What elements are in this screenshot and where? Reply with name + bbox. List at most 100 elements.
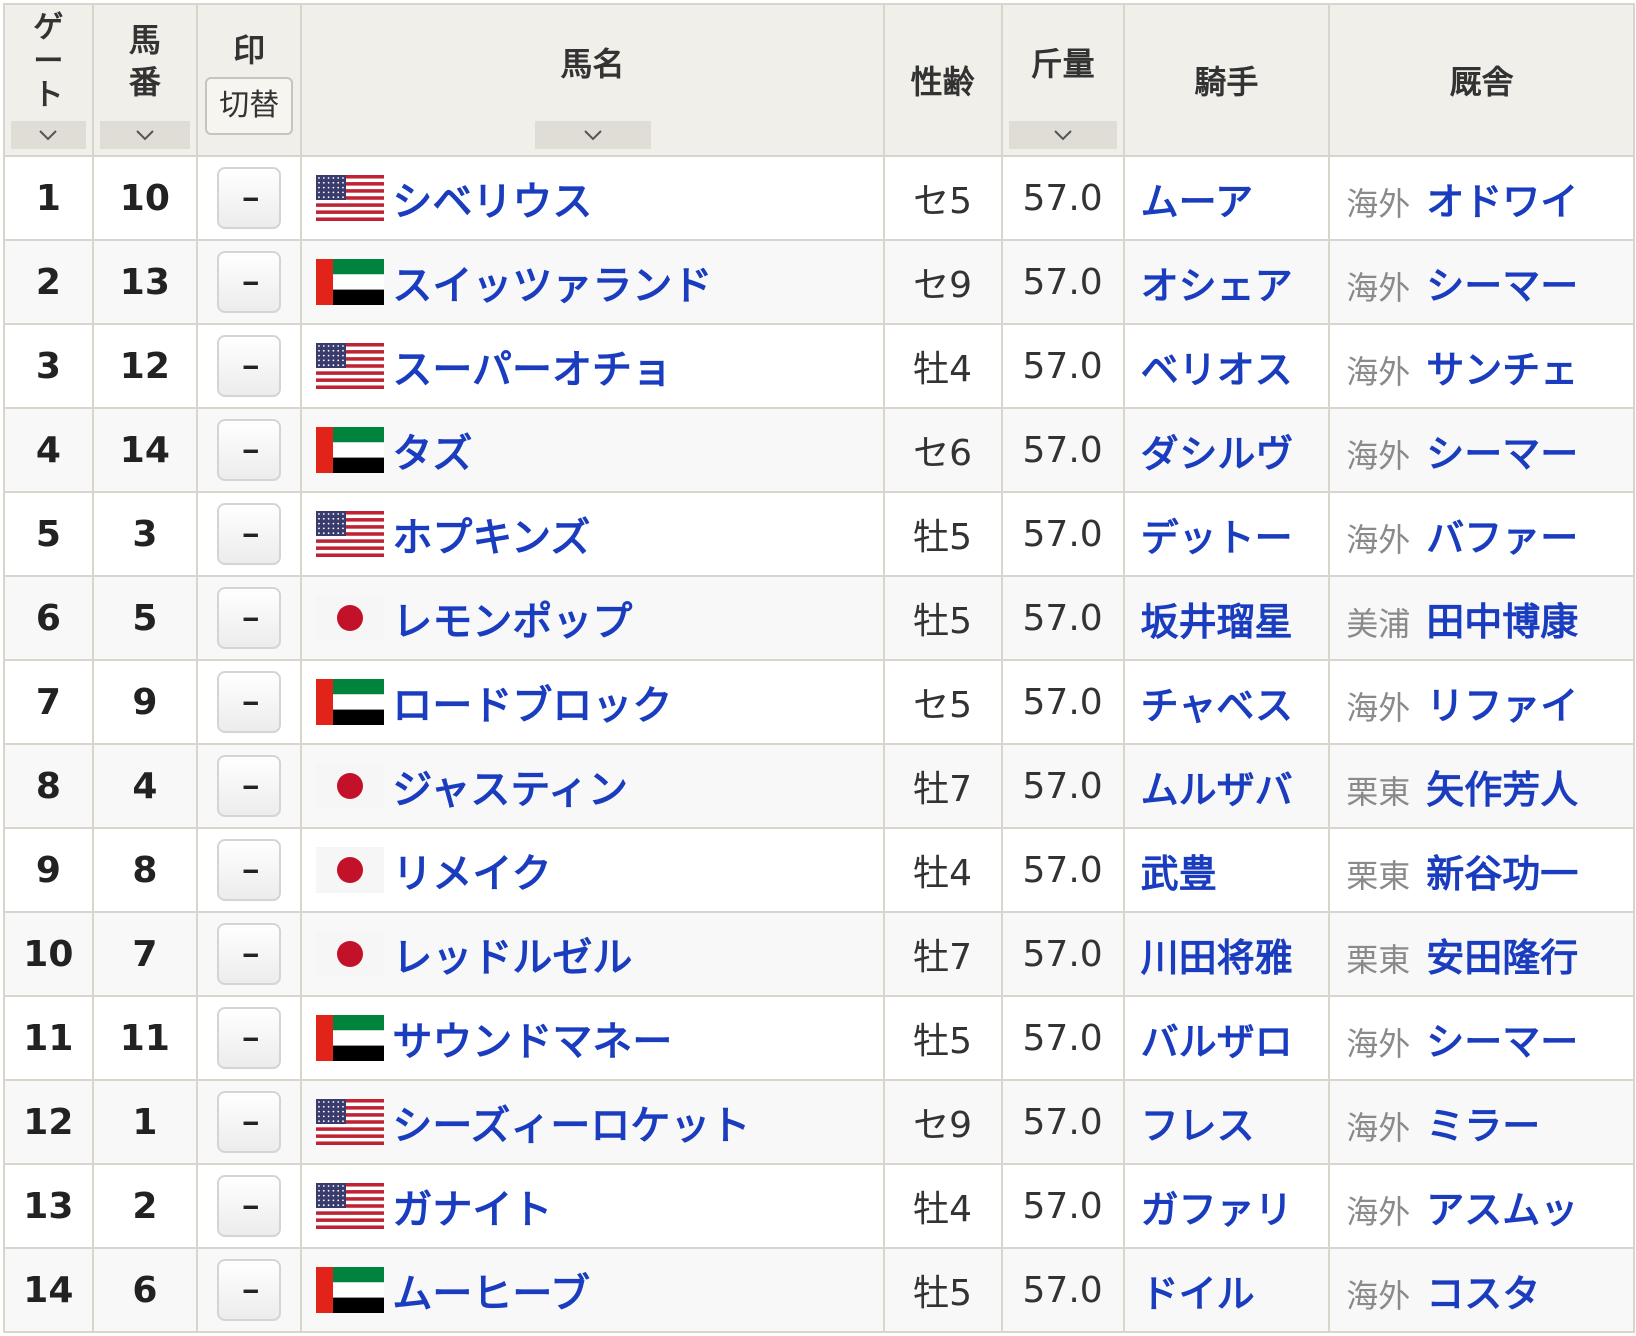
horse-number: 1 — [132, 1101, 158, 1143]
gate-cell: 12 — [3, 1079, 94, 1165]
sex-age: セ5 — [913, 181, 973, 222]
horse-name-link[interactable]: レッドルゼル — [392, 935, 632, 981]
uae-flag-icon — [316, 427, 385, 473]
mark-button[interactable]: -- — [217, 755, 282, 817]
horse-name-link[interactable]: タズ — [392, 431, 472, 477]
horse-name-link[interactable]: ガナイト — [392, 1187, 552, 1233]
jockey-link[interactable]: ガファリ — [1141, 1188, 1293, 1232]
trainer-cell: 美浦 田中博康 — [1328, 575, 1635, 661]
weight-cell: 57.0 — [1000, 827, 1125, 913]
horse-number-cell: 2 — [91, 1163, 199, 1249]
weight-header[interactable]: 斤量 — [1000, 3, 1125, 157]
trainer-link[interactable]: 矢作芳人 — [1426, 768, 1578, 812]
number-sort-button[interactable] — [99, 121, 191, 149]
trainer-link[interactable]: サンチェ — [1426, 348, 1578, 392]
trainer-link[interactable]: コスタ — [1426, 1272, 1540, 1316]
uae-flag-icon — [316, 1015, 385, 1061]
mark-button[interactable]: -- — [217, 923, 282, 985]
horse-name-link[interactable]: ホプキンズ — [392, 515, 590, 561]
trainer-region: 海外 — [1346, 184, 1411, 223]
weight: 57.0 — [1022, 597, 1103, 639]
gate-header[interactable]: ゲ ー ト — [3, 3, 94, 157]
horse-number-header[interactable]: 馬 番 — [91, 3, 199, 157]
horse-name-link[interactable]: シーズィーロケット — [392, 1103, 750, 1149]
mark-button[interactable]: -- — [217, 419, 282, 481]
mark-cell: -- — [196, 491, 303, 577]
mark-button[interactable]: -- — [217, 1091, 282, 1153]
jockey-link[interactable]: ドイル — [1141, 1272, 1255, 1316]
jockey-link[interactable]: ダシルヴ — [1141, 432, 1294, 476]
sex-age: 牡5 — [913, 601, 973, 642]
horse-name-cell: サウンドマネー — [300, 995, 885, 1081]
gate-sort-button[interactable] — [11, 121, 86, 149]
mark-button[interactable]: -- — [217, 671, 282, 733]
mark-toggle-button[interactable]: 切替 — [205, 77, 294, 135]
trainer-link[interactable]: 田中博康 — [1426, 600, 1578, 644]
sex-age: セ9 — [913, 265, 973, 306]
mark-button[interactable]: -- — [217, 335, 282, 397]
jockey-link[interactable]: ムーア — [1141, 180, 1253, 224]
trainer-cell: 海外 シーマー — [1328, 407, 1635, 493]
jockey-link[interactable]: 坂井瑠星 — [1141, 600, 1293, 644]
mark-button[interactable]: -- — [217, 503, 282, 565]
trainer-link[interactable]: 安田隆行 — [1426, 936, 1578, 980]
gate-number: 8 — [35, 765, 61, 807]
jockey-link[interactable]: ムルザバ — [1141, 768, 1293, 812]
jockey-link[interactable]: フレス — [1141, 1104, 1255, 1148]
jockey-link[interactable]: 川田将雅 — [1141, 936, 1293, 980]
horse-name-link[interactable]: ムーヒーブ — [392, 1271, 590, 1317]
sex-age: セ5 — [913, 685, 973, 726]
horse-name-link[interactable]: サウンドマネー — [392, 1019, 672, 1065]
jockey-link[interactable]: バルザロ — [1141, 1020, 1293, 1064]
weight: 57.0 — [1022, 1269, 1103, 1311]
jockey-link[interactable]: ベリオス — [1141, 348, 1293, 392]
trainer-link[interactable]: シーマー — [1426, 264, 1578, 308]
gate-cell: 5 — [3, 491, 94, 577]
trainer-link[interactable]: リファイ — [1426, 684, 1578, 728]
name-sort-button[interactable] — [534, 121, 651, 149]
mark-button[interactable]: -- — [217, 1259, 282, 1321]
trainer-region: 海外 — [1346, 1276, 1411, 1315]
number-header-char: 馬 — [128, 21, 161, 59]
weight-cell: 57.0 — [1000, 323, 1125, 409]
horse-number: 9 — [132, 681, 158, 723]
horse-number-cell: 4 — [91, 743, 199, 829]
gate-number: 12 — [23, 1101, 74, 1143]
jockey-link[interactable]: 武豊 — [1141, 852, 1217, 896]
jockey-link[interactable]: デットー — [1141, 516, 1293, 560]
trainer-link[interactable]: シーマー — [1426, 1020, 1578, 1064]
trainer-link[interactable]: オドワイ — [1426, 180, 1578, 224]
horse-name-link[interactable]: リメイク — [392, 851, 551, 897]
horse-name-link[interactable]: ロードブロック — [392, 683, 672, 729]
trainer-link[interactable]: シーマー — [1426, 432, 1578, 476]
mark-cell: -- — [196, 995, 303, 1081]
horse-name-link[interactable]: ジャスティン — [392, 767, 628, 813]
trainer-link[interactable]: バファー — [1426, 516, 1578, 560]
weight-cell: 57.0 — [1000, 155, 1125, 241]
weight-sort-button[interactable] — [1008, 121, 1117, 149]
weight: 57.0 — [1022, 1185, 1103, 1227]
trainer-link[interactable]: 新谷功一 — [1426, 852, 1578, 896]
horse-name-header[interactable]: 馬名 — [300, 3, 885, 157]
horse-name-cell: タズ — [300, 407, 885, 493]
mark-button[interactable]: -- — [217, 839, 282, 901]
jockey-link[interactable]: オシェア — [1141, 264, 1293, 308]
horse-number: 6 — [132, 1269, 158, 1311]
mark-button[interactable]: -- — [217, 167, 282, 229]
horse-name-link[interactable]: スイッツァランド — [392, 263, 712, 309]
mark-button[interactable]: -- — [217, 1007, 282, 1069]
gate-cell: 6 — [3, 575, 94, 661]
mark-button[interactable]: -- — [217, 587, 282, 649]
gate-cell: 2 — [3, 239, 94, 325]
sex-age: 牡4 — [913, 853, 973, 894]
horse-name-link[interactable]: レモンポップ — [392, 599, 632, 645]
mark-button[interactable]: -- — [217, 251, 282, 313]
gate-cell: 1 — [3, 155, 94, 241]
horse-name-link[interactable]: シベリウス — [392, 179, 592, 225]
horse-name-link[interactable]: スーパーオチョ — [392, 347, 672, 393]
mark-button[interactable]: -- — [217, 1175, 282, 1237]
trainer-link[interactable]: ミラー — [1426, 1104, 1540, 1148]
horse-name-cell: シーズィーロケット — [300, 1079, 885, 1165]
jockey-link[interactable]: チャベス — [1141, 684, 1293, 728]
trainer-link[interactable]: アスムッ — [1426, 1188, 1578, 1232]
